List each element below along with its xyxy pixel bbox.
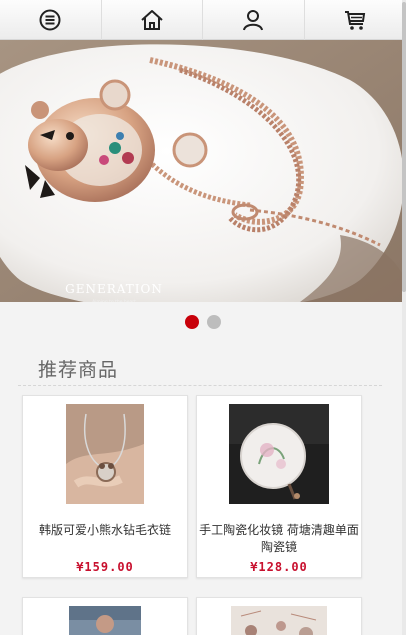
carousel-dot-2[interactable] xyxy=(207,315,221,329)
product-photo-4 xyxy=(231,606,327,635)
product-card-3[interactable] xyxy=(22,597,188,635)
product-image-4[interactable] xyxy=(231,606,327,635)
scrollbar-thumb[interactable] xyxy=(402,2,406,292)
product-image-3[interactable] xyxy=(69,606,141,635)
banner-carousel[interactable]: GENERATION Aiming to the heart xyxy=(0,40,406,302)
product-image-2[interactable] xyxy=(229,404,329,504)
nav-user-button[interactable] xyxy=(203,0,305,40)
product-price: ¥128.00 xyxy=(250,560,308,574)
product-price: ¥159.00 xyxy=(76,560,134,574)
section-header: 推荐商品 xyxy=(18,352,382,386)
banner-tagline-text: Aiming to the heart xyxy=(92,299,136,302)
banner-image: GENERATION Aiming to the heart xyxy=(0,40,406,302)
product-name[interactable]: 韩版可爱小熊水钻毛衣链 xyxy=(23,522,187,539)
nav-cart-button[interactable] xyxy=(305,0,406,40)
carousel-dot-1[interactable] xyxy=(185,315,199,329)
carousel-dots xyxy=(0,315,406,331)
product-name[interactable]: 手工陶瓷化妆镜 荷塘清趣单面陶瓷镜 xyxy=(197,522,361,556)
user-icon xyxy=(243,10,264,31)
top-nav-bar xyxy=(0,0,406,40)
cart-icon xyxy=(345,11,366,30)
banner-brand-text: GENERATION xyxy=(65,282,163,296)
product-card-1[interactable]: 韩版可爱小熊水钻毛衣链 ¥159.00 xyxy=(22,395,188,578)
product-photo-necklace xyxy=(66,404,144,504)
product-card-2[interactable]: 手工陶瓷化妆镜 荷塘清趣单面陶瓷镜 ¥128.00 xyxy=(196,395,362,578)
nav-menu-button[interactable] xyxy=(0,0,102,40)
page-scrollbar[interactable] xyxy=(402,0,406,635)
product-photo-mirror xyxy=(229,404,329,504)
section-title: 推荐商品 xyxy=(38,359,119,381)
menu-icon xyxy=(39,9,61,31)
nav-home-button[interactable] xyxy=(102,0,203,40)
product-image-1[interactable] xyxy=(66,404,144,504)
product-photo-3 xyxy=(69,606,141,635)
product-card-4[interactable] xyxy=(196,597,362,635)
home-icon xyxy=(141,10,163,30)
